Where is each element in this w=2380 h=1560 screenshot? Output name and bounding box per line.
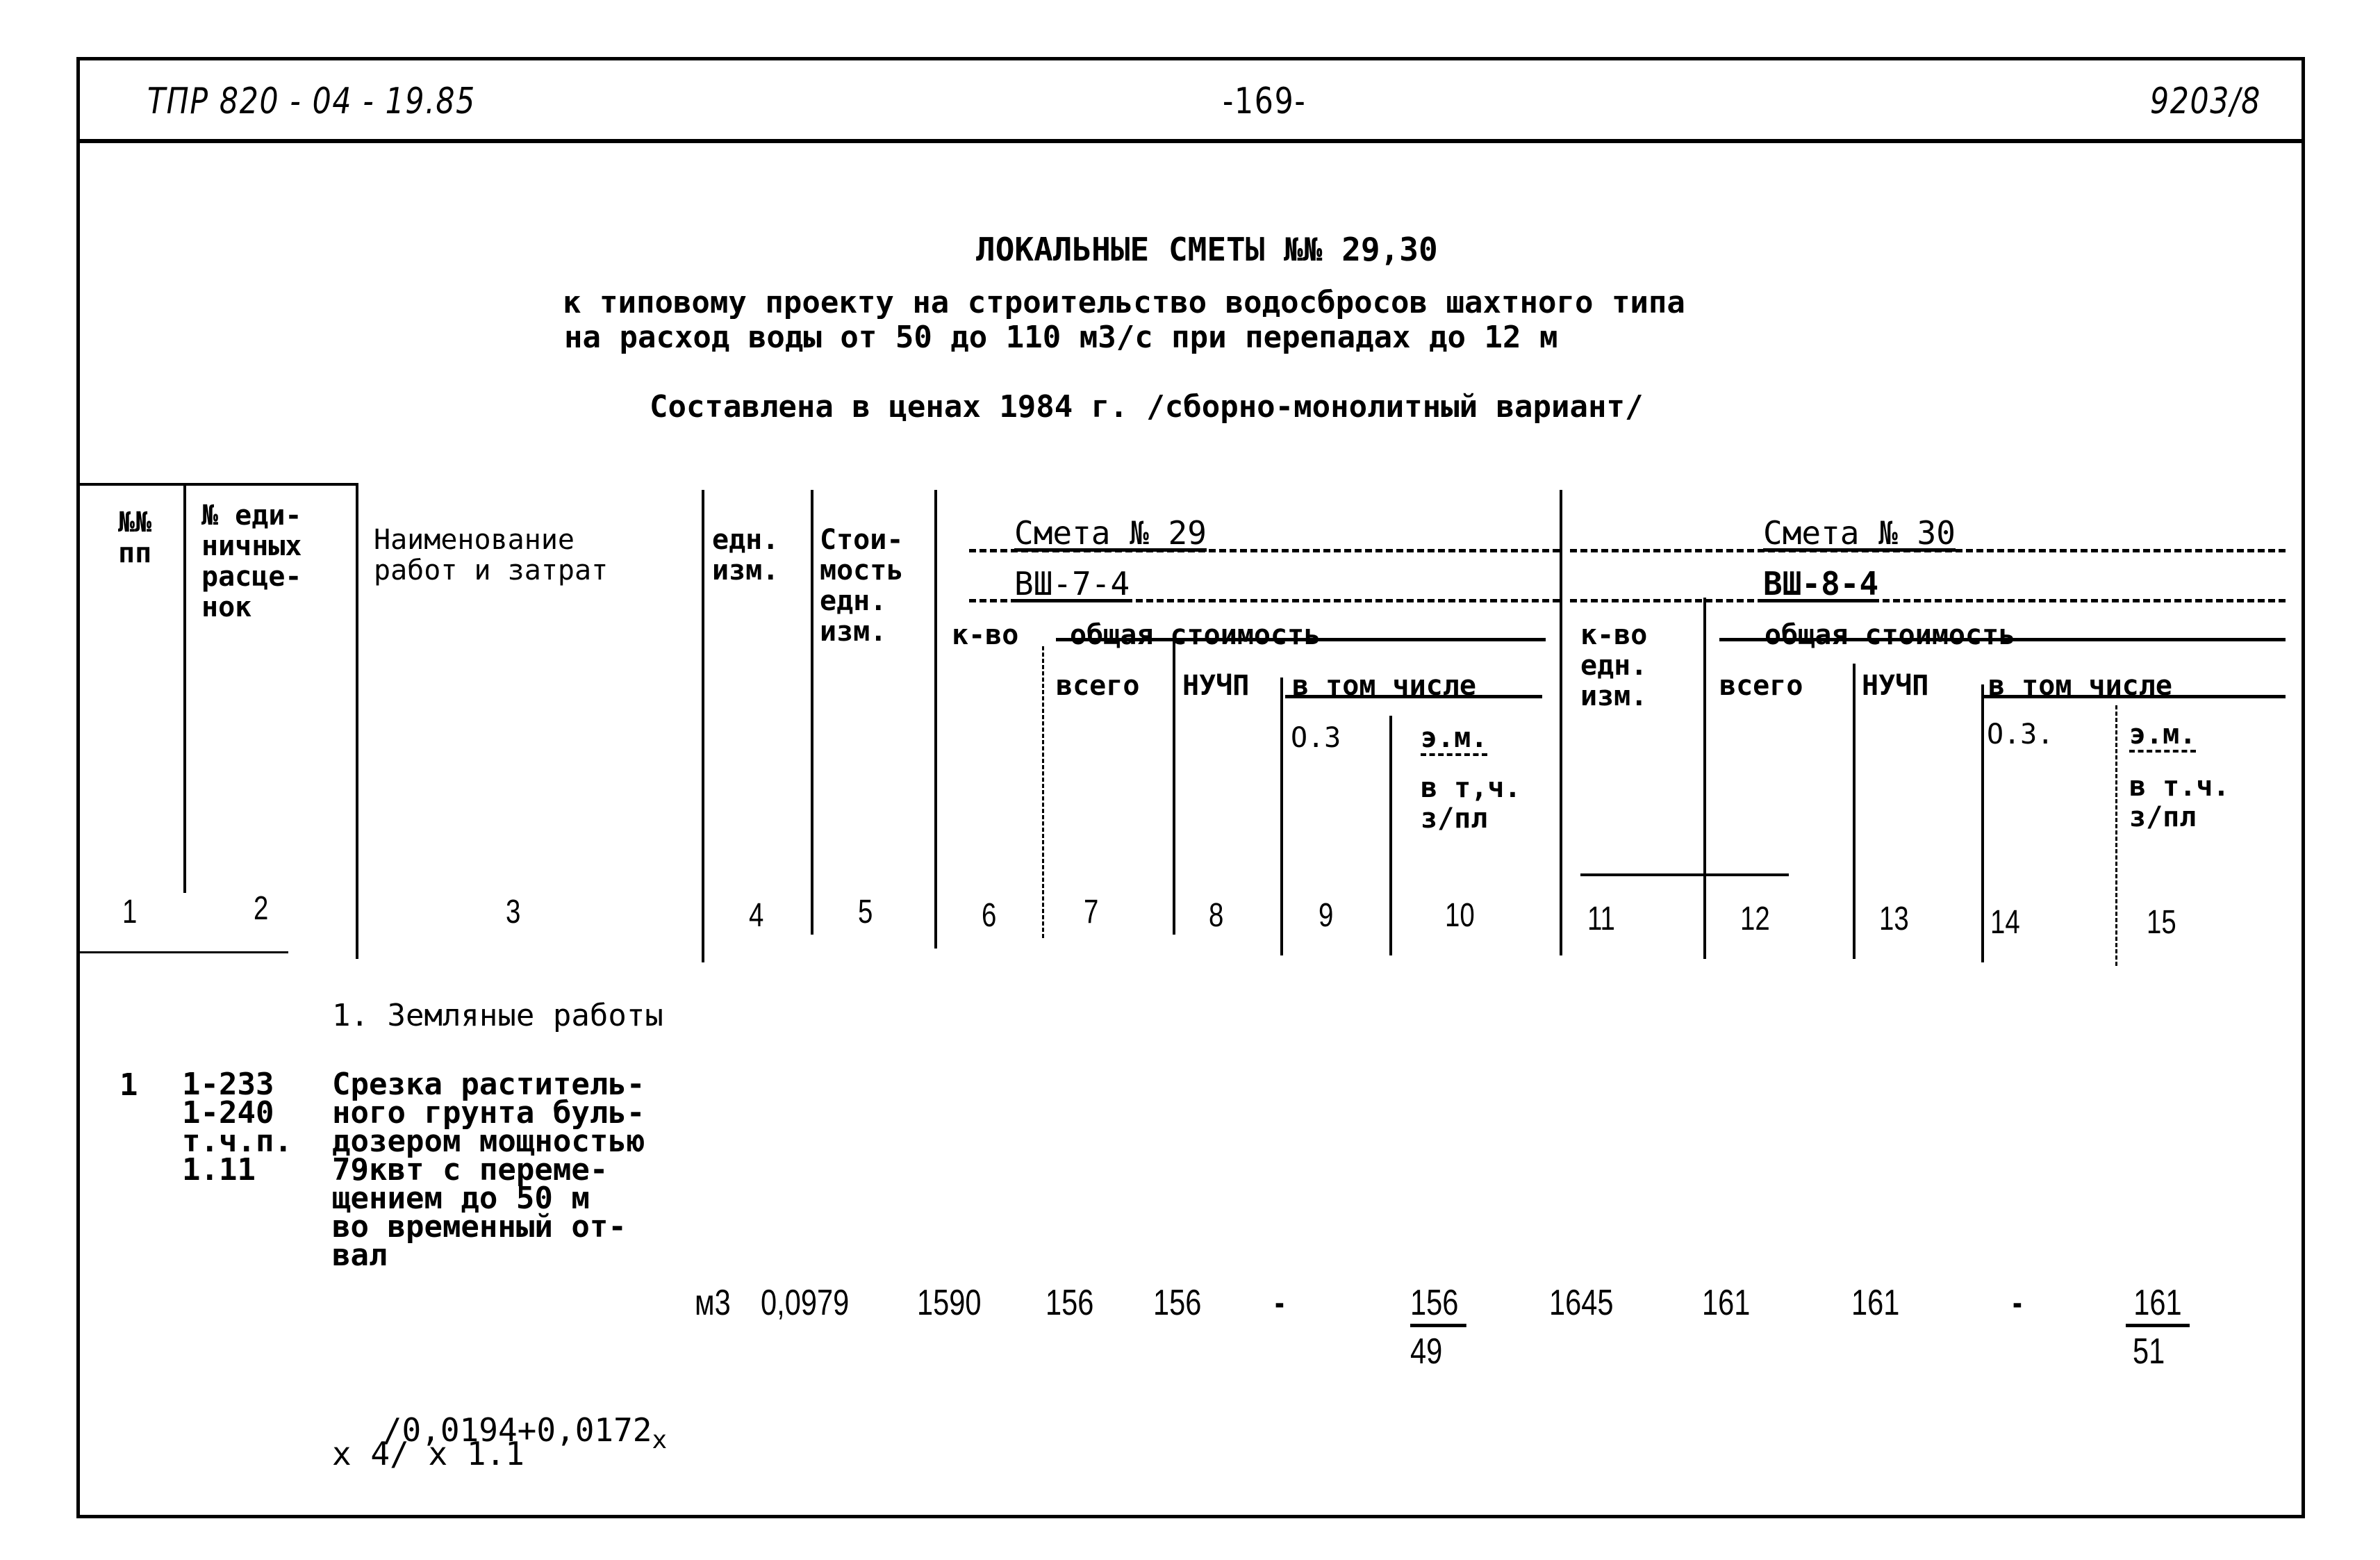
header-em-sub-29: в т,ч. з/пл [1421, 772, 1521, 835]
title-line-1: к типовому проекту на строительство водо… [563, 285, 1685, 320]
col-number: 1 [122, 894, 138, 930]
title-line-3: Составлена в ценах 1984 г. /сборно-монол… [650, 389, 1644, 425]
col-number: 6 [982, 897, 997, 934]
s30-em-wage: 51 [2133, 1331, 2165, 1372]
col-number: 13 [1879, 901, 1909, 937]
col-number: 4 [749, 897, 764, 934]
header-nuchp-29: НУЧП [1182, 670, 1250, 702]
work-description: Срезка раститель- ного грунта буль- дозе… [332, 1067, 645, 1273]
s30-oz: - [2013, 1283, 2022, 1323]
col-number: 9 [1319, 897, 1334, 934]
table-top-rule [80, 483, 358, 486]
col-line-11 [1703, 598, 1706, 959]
col-number: 8 [1209, 897, 1224, 934]
col-number: 10 [1445, 897, 1475, 934]
smeta30-code-rule [1570, 599, 2286, 602]
col-number: 3 [506, 894, 521, 930]
s29-total: 156 [1046, 1283, 1094, 1323]
col-line-14 [2115, 705, 2117, 966]
header-col4: едн. изм. [712, 524, 779, 586]
header-qty-29: к-во [952, 619, 1019, 651]
row-number: 1 [119, 1067, 138, 1103]
col-number: 5 [858, 894, 873, 930]
sheet-id: 9203/8 [2150, 81, 2261, 122]
section-title: 1. Земляные работы [332, 998, 663, 1033]
header-em-30: э.м. [2129, 719, 2197, 753]
header-total-30: всего [1719, 670, 1803, 702]
col-number: 7 [1084, 894, 1099, 930]
header-oz-30: О.З. [1987, 719, 2054, 750]
s29-nuchp: 156 [1153, 1283, 1202, 1323]
header-qty-30: к-во едн. изм. [1580, 619, 1648, 712]
col-line-5 [934, 490, 937, 949]
s29-em: 156 [1410, 1282, 1466, 1327]
smeta29-title: Смета № 29 [1014, 514, 1207, 552]
col-number: 12 [1740, 901, 1770, 937]
col-line-1 [183, 483, 186, 893]
header-divider [76, 139, 2305, 143]
s30-em: 161 [2126, 1282, 2190, 1327]
header-col2: № еди- ничных расце- нок [201, 500, 302, 623]
numbers-row-bottom-rule [80, 951, 288, 953]
col-line-2 [356, 483, 358, 959]
header-em-sub-30: в т.ч. з/пл [2129, 771, 2230, 833]
page-number: -169- [1223, 81, 1307, 122]
header-col1: №№ пп [118, 507, 152, 569]
header-total-29: всего [1056, 670, 1140, 702]
calc-formula-line-2: х 4/ х 1.1 [332, 1435, 524, 1472]
col-line-4 [811, 490, 813, 935]
col-line-10 [1560, 490, 1562, 955]
header-including-29: в том числе [1292, 670, 1476, 702]
header-nuchp-30: НУЧП [1862, 670, 1929, 702]
col-line-9 [1389, 716, 1392, 955]
header-including-30: в том числе [1988, 670, 2172, 702]
header-total-cost-29: общая стоимость [1070, 619, 1321, 651]
document-title: ЛОКАЛЬНЫЕ СМЕТЫ №№ 29,30 [976, 231, 1438, 268]
s29-quantity: 1590 [917, 1283, 982, 1323]
header-col5: Стои- мость едн. изм. [820, 524, 904, 648]
col-line-8 [1280, 678, 1283, 955]
unit-cost: 0,0979 [761, 1283, 850, 1323]
smeta29-code: ВШ-7-4 [1014, 565, 1130, 602]
s30-nuchp: 161 [1851, 1283, 1900, 1323]
s29-em-wage: 49 [1410, 1331, 1443, 1372]
s30-quantity: 1645 [1549, 1283, 1614, 1323]
col-number: 14 [1990, 904, 2020, 941]
col-number: 11 [1587, 901, 1615, 937]
numbers-row-rule-30 [1580, 873, 1789, 876]
col-line-3 [702, 490, 704, 962]
smeta30-code: ВШ-8-4 [1763, 565, 1879, 602]
doc-code: ТПР 820 - 04 - 19.85 [147, 81, 476, 122]
rate-codes: 1-233 1-240 т.ч.п. 1.11 [182, 1067, 292, 1188]
unit: м3 [695, 1283, 731, 1323]
col-line-13 [1981, 684, 1984, 962]
col-line-12 [1853, 664, 1856, 959]
col-number: 15 [2147, 904, 2176, 941]
header-oz-29: О.З [1291, 722, 1341, 754]
title-line-2: на расход воды от 50 до 110 м3/с при пер… [564, 320, 1558, 355]
smeta30-title: Смета № 30 [1763, 514, 1956, 552]
header-em-29: э.м. [1421, 723, 1488, 756]
s30-total: 161 [1702, 1283, 1751, 1323]
header-col3: Наименование работ и затрат [374, 524, 609, 586]
col-line-6 [1042, 646, 1044, 938]
calc-formula-multiplier: х [652, 1426, 668, 1455]
col-number: 2 [254, 890, 269, 927]
col-line-7 [1173, 636, 1175, 935]
s29-oz: - [1275, 1283, 1284, 1323]
header-total-cost-30: общая стоимость [1765, 619, 2016, 651]
